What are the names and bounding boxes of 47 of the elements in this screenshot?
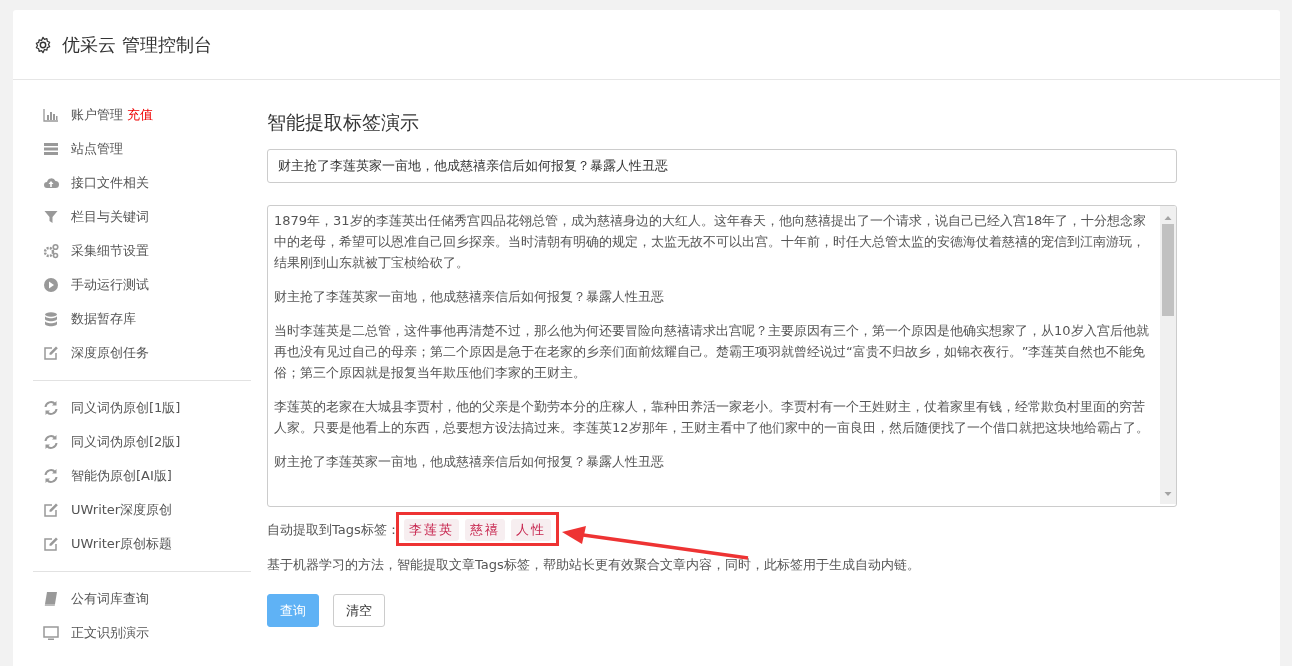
sidebar-link[interactable]: 站点管理 [71, 140, 123, 158]
sidebar-link[interactable]: 账户管理 [71, 106, 123, 124]
sidebar-link[interactable]: 接口文件相关 [71, 174, 149, 192]
content-paragraph: 财主抢了李莲英家一亩地，他成慈禧亲信后如何报复？暴露人性丑恶 [274, 288, 665, 306]
clear-button[interactable]: 清空 [333, 594, 385, 627]
cloud-upload-icon [43, 175, 59, 191]
tag: 人性 [510, 519, 551, 541]
sidebar-link[interactable]: 采集细节设置 [71, 242, 149, 260]
bar-chart-icon [43, 107, 59, 123]
sidebar-link[interactable]: 手动运行测试 [71, 276, 149, 294]
tags-label: 自动提取到Tags标签： [267, 521, 400, 539]
sidebar-link[interactable]: 栏目与关键词 [71, 208, 149, 226]
refresh-icon [43, 468, 59, 484]
sidebar-link[interactable]: 深度原创任务 [71, 344, 149, 362]
title-input-field[interactable]: 财主抢了李莲英家一亩地，他成慈禧亲信后如何报复？暴露人性丑恶 [267, 149, 1177, 183]
sidebar-link[interactable]: 同义词伪原创[1版] [71, 399, 181, 417]
sidebar-link[interactable]: 智能伪原创[AI版] [71, 467, 172, 485]
edit-icon [43, 536, 59, 552]
tag: 慈禧 [464, 519, 505, 541]
play-icon [43, 277, 59, 293]
edit-icon [43, 345, 59, 361]
tag: 李莲英 [403, 519, 459, 541]
section-heading: 智能提取标签演示 [267, 110, 420, 135]
settings-icon [34, 35, 52, 54]
content-paragraph: 1879年，31岁的李莲英出任储秀宫四品花翎总管，成为慈禧身边的大红人。这年春天，他向慈禧提出了一个请求，说自己已经入宫18年了，十分想念家中的老母，希望可以恩准自己回乡探亲。当时清朝有明确的规定，太监无故不可以出宫。十年前，时任大总管太监的安德海仗着慈禧的宠信到江南游玩，结果刚到山东就被丁宝桢给砍了。 [274, 212, 1148, 272]
book-icon [43, 591, 59, 607]
recharge-link[interactable]: 充值 [127, 106, 153, 124]
content-paragraph: 李莲英的老家在大城县李贾村，他的父亲是个勤劳本分的庄稼人，靠种田养活一家老小。李贾村有一个王姓财主，仗着家里有钱，经常欺负村里面的穷苦人家。只要是他看上的东西，总要想方设法搞过来。李莲英12岁那年，王财主看中了他们家中的一亩良田，然后随便找了一个借口就把这块地给霸占了。 [274, 398, 1150, 437]
content-text-area[interactable] [267, 205, 1177, 507]
content-paragraph: 当时李莲英是二总管，这件事他再清楚不过，那么他为何还要冒险向慈禧请求出宫呢？主要原因有三个，第一个原因是他确实想家了，从10岁入宫后他就再也没有见过自己的母亲；第二个原因是急于在老家的乡亲们面前炫耀自己。楚霸王项羽就曾经说过“富贵不归故乡，如锦衣夜行。”李莲英自然也不能免俗；第三个原因就是报复当年欺压他们李家的王财主。 [274, 322, 1150, 382]
console-title: 优采云 管理控制台 [62, 32, 212, 57]
sidebar-link[interactable]: 正文识别演示 [71, 624, 149, 642]
sidebar-link[interactable]: 数据暂存库 [71, 310, 136, 328]
refresh-icon [43, 400, 59, 416]
database-icon [43, 311, 59, 327]
content-paragraph: 财主抢了李莲英家一亩地，他成慈禧亲信后如何报复？暴露人性丑恶 [274, 453, 665, 471]
scrollbar[interactable] [1160, 206, 1176, 504]
sidebar-link[interactable]: UWriter深度原创 [71, 501, 173, 519]
sidebar-link[interactable]: 同义词伪原创[2版] [71, 433, 181, 451]
monitor-icon [43, 625, 59, 641]
server-icon [43, 141, 59, 157]
filter-icon [43, 209, 59, 225]
refresh-icon [43, 434, 59, 450]
sidebar-link[interactable]: UWriter原创标题 [71, 535, 173, 553]
edit-icon [43, 502, 59, 518]
sidebar-link[interactable]: 公有词库查询 [71, 590, 149, 608]
description-text: 基于机器学习的方法，智能提取文章Tags标签，帮助站长更有效聚合文章内容，同时，此标签用于生成自动内链。 [267, 556, 921, 574]
